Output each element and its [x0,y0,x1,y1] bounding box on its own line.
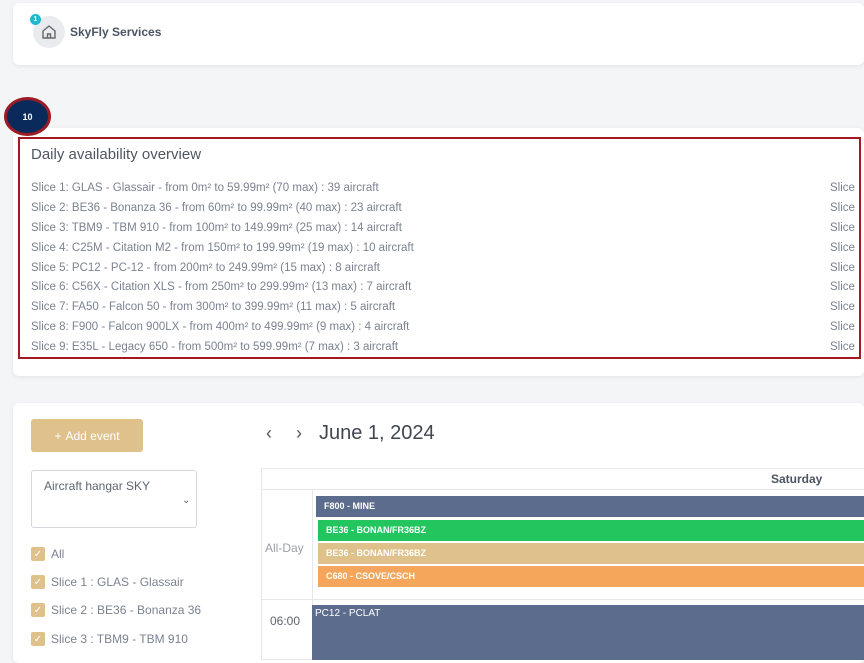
slice-summary-8: Slice 8: F900 - Falcon 900LX - from 400m… [31,321,410,333]
filter-slice-2[interactable]: ✓ Slice 2 : BE36 - Bonanza 36 [31,603,201,617]
slice-summary-right: Slice [830,202,855,214]
slice-summary-7: Slice 7: FA50 - Falcon 50 - from 300m² t… [31,301,396,313]
slice-summary-6: Slice 6: C56X - Citation XLS - from 250m… [31,281,412,293]
next-day-button[interactable]: › [296,423,302,444]
slice-summary-right: Slice [830,182,855,194]
checkbox-checked-icon[interactable]: ✓ [31,603,45,617]
home-icon [42,25,56,39]
add-event-label: Add event [65,428,120,443]
day-header: Saturday [262,469,864,490]
all-day-event[interactable]: F800 - MINE [316,496,864,517]
slice-summary-1: Slice 1: GLAS - Glassair - from 0m² to 5… [31,182,379,194]
filter-label: All [51,547,65,561]
slice-summary-2: Slice 2: BE36 - Bonanza 36 - from 60m² t… [31,202,402,214]
all-day-label: All-Day [265,541,304,555]
slice-summary-right: Slice [830,301,855,313]
hangar-select[interactable]: Aircraft hangar SKY ⌄ [31,470,197,528]
all-day-event[interactable]: BE36 - BONAN/FR36BZ [318,520,864,541]
header-bar: 1 SkyFly Services [13,3,864,65]
filter-slice-1[interactable]: ✓ Slice 1 : GLAS - Glassair [31,575,184,589]
plus-icon: + [54,428,62,443]
slice-summary-right: Slice [830,281,855,293]
checkbox-checked-icon[interactable]: ✓ [31,547,45,561]
hangar-select-value: Aircraft hangar SKY [44,479,151,493]
slice-summary-right: Slice [830,341,855,353]
day-name: Saturday [771,472,823,486]
step-marker: 10 [4,97,51,136]
slice-summary-5: Slice 5: PC12 - PC-12 - from 200m² to 24… [31,262,380,274]
add-event-button[interactable]: + Add event [31,419,143,452]
prev-day-button[interactable]: ‹ [266,423,272,444]
filter-all[interactable]: ✓ All [31,547,64,561]
filter-label: Slice 1 : GLAS - Glassair [51,575,184,589]
slice-summary-right: Slice [830,321,855,333]
filter-slice-3[interactable]: ✓ Slice 3 : TBM9 - TBM 910 [31,632,188,646]
time-label: 06:00 [270,614,301,628]
filter-label: Slice 3 : TBM9 - TBM 910 [51,632,188,646]
notification-badge: 1 [30,14,41,25]
timed-event-label: PC12 - PCLAT [315,608,381,619]
timed-event[interactable]: PC12 - PCLAT [312,605,864,660]
all-day-event[interactable]: C680 - CSOVE/CSCH [318,566,864,587]
slice-summary-3: Slice 3: TBM9 - TBM 910 - from 100m² to … [31,222,402,234]
slice-summary-9: Slice 9: E35L - Legacy 650 - from 500m² … [31,341,399,353]
slice-summary-right: Slice [830,242,855,254]
checkbox-checked-icon[interactable]: ✓ [31,632,45,646]
availability-title: Daily availability overview [31,146,202,163]
all-day-event[interactable]: BE36 - BONAN/FR36BZ [318,543,864,564]
calendar-date: June 1, 2024 [319,422,435,444]
filter-label: Slice 2 : BE36 - Bonanza 36 [51,603,202,617]
chevron-down-icon: ⌄ [182,495,191,506]
slice-summary-right: Slice [830,262,855,274]
checkbox-checked-icon[interactable]: ✓ [31,575,45,589]
app-title: SkyFly Services [70,25,162,39]
slice-summary-right: Slice [830,222,855,234]
all-day-divider [262,599,864,600]
home-button[interactable]: 1 [30,14,65,48]
slice-summary-4: Slice 4: C25M - Citation M2 - from 150m²… [31,242,414,254]
